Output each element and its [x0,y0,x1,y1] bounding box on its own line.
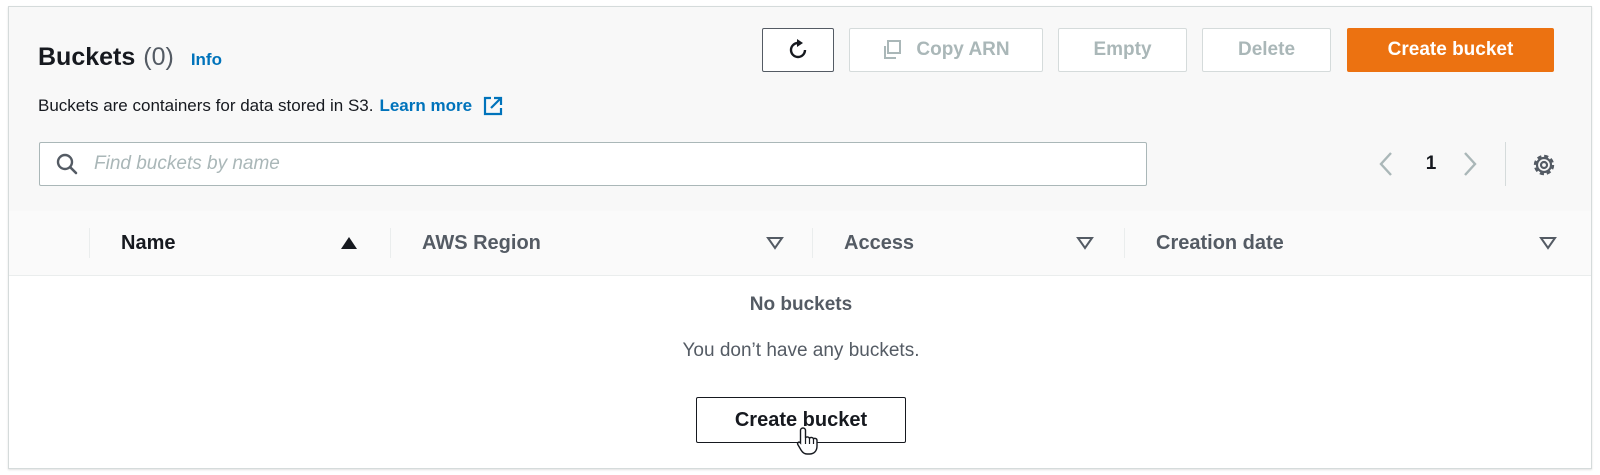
title-row: Buckets (0) Info [38,43,222,72]
copy-arn-button[interactable]: Copy ARN [849,28,1043,72]
empty-state-description: You don’t have any buckets. [682,340,920,361]
pager-divider [1505,142,1506,186]
column-label: Access [844,231,915,254]
next-page-button[interactable] [1461,147,1485,181]
copy-arn-label: Copy ARN [916,39,1010,60]
column-divider [89,228,90,258]
create-bucket-button[interactable]: Create bucket [1347,28,1554,72]
copy-icon [884,40,902,59]
empty-state-title: No buckets [749,294,853,315]
sort-icon [1539,237,1557,250]
chevron-left-icon [1379,152,1392,176]
learn-more-link[interactable]: Learn more [379,95,504,117]
sort-icon [766,237,784,250]
buckets-header: Buckets (0) Info Buckets are containers … [9,7,1591,212]
sort-icon [1076,237,1094,250]
header-description: Buckets are containers for data stored i… [38,95,504,117]
info-link[interactable]: Info [191,50,222,70]
bucket-count: (0) [143,43,174,71]
column-header-aws-region[interactable]: AWS Region [422,211,797,275]
gear-icon [1533,154,1555,176]
search-box[interactable] [39,142,1147,186]
chevron-right-icon [1464,152,1477,176]
learn-more-label: Learn more [379,96,473,115]
column-label: Name [121,231,176,254]
empty-button[interactable]: Empty [1058,28,1187,72]
column-header-creation-date[interactable]: Creation date [1156,211,1566,275]
page-title: Buckets [38,43,136,71]
column-label: Creation date [1156,231,1284,254]
description-text: Buckets are containers for data stored i… [38,96,374,115]
hand-cursor-icon [796,427,818,455]
external-link-icon [483,96,503,116]
page-number[interactable]: 1 [1421,147,1441,181]
refresh-icon [789,39,807,59]
column-divider [1124,228,1125,258]
column-header-name[interactable]: Name [121,211,371,275]
previous-page-button[interactable] [1377,147,1401,181]
column-divider [812,228,813,258]
search-input[interactable] [92,152,1096,176]
column-label: AWS Region [422,231,541,254]
refresh-button[interactable] [762,28,834,72]
sort-ascending-icon [341,237,357,249]
table-header: Name AWS Region Access Creation date [9,211,1591,276]
buckets-panel: Buckets (0) Info Buckets are containers … [8,6,1592,469]
settings-button[interactable] [1529,150,1559,180]
delete-button[interactable]: Delete [1202,28,1331,72]
column-header-access[interactable]: Access [844,211,1109,275]
column-divider [390,228,391,258]
search-icon [56,153,78,175]
